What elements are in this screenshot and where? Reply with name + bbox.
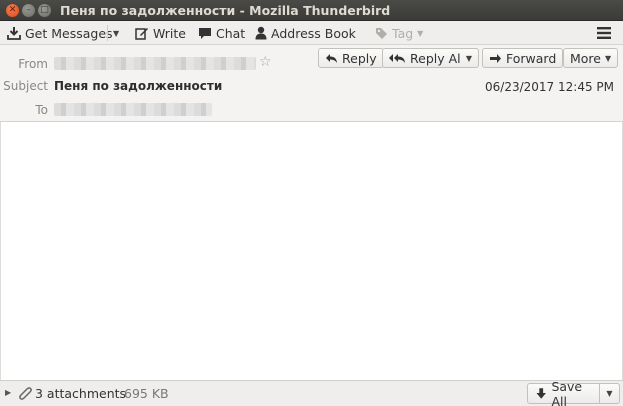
download-arrow-icon	[536, 387, 546, 399]
window-minimize-button[interactable]: –	[22, 4, 35, 17]
tag-icon	[376, 27, 387, 39]
chevron-down-icon: ▼	[605, 53, 612, 63]
window-close-button[interactable]: ✕	[6, 4, 19, 17]
more-button[interactable]: More ▼	[563, 48, 618, 68]
get-messages-dropdown[interactable]: ▼	[113, 24, 119, 42]
window-controls: ✕ – □	[6, 4, 51, 17]
tag-label: Tag	[392, 25, 414, 41]
address-book-label: Address Book	[271, 25, 356, 41]
hamburger-menu-icon	[597, 27, 611, 39]
get-messages-label: Get Messages	[25, 25, 113, 41]
save-all-button[interactable]: Save All	[527, 379, 600, 406]
expand-triangle-icon[interactable]: ▶	[5, 388, 11, 397]
forward-button[interactable]: Forward	[482, 48, 564, 68]
reply-button[interactable]: Reply	[318, 48, 384, 68]
pencil-icon	[135, 28, 148, 40]
paperclip-icon	[19, 387, 32, 400]
message-date: 06/23/2017 12:45 PM	[485, 80, 614, 94]
message-header: From ☆ Reply Reply All ▼ Forward More ▼ …	[0, 45, 623, 122]
app-menu-button[interactable]	[597, 24, 611, 42]
reply-label: Reply	[342, 50, 377, 66]
person-icon	[255, 26, 267, 40]
from-label: From	[18, 57, 48, 71]
attachment-count[interactable]: 3 attachments	[35, 386, 126, 401]
forward-label: Forward	[506, 50, 557, 66]
chevron-down-icon: ▼	[465, 53, 473, 63]
message-body[interactable]	[0, 122, 623, 380]
reply-all-dropdown[interactable]: ▼	[460, 48, 479, 68]
chevron-down-icon: ▼	[606, 389, 613, 398]
write-label: Write	[153, 25, 187, 41]
tag-button[interactable]: Tag ▼	[375, 24, 423, 42]
more-label: More	[570, 50, 601, 66]
address-book-button[interactable]: Address Book	[255, 24, 356, 42]
to-address-redacted[interactable]	[54, 103, 212, 116]
from-address-redacted[interactable]	[54, 57, 256, 70]
chat-bubble-icon	[199, 27, 211, 39]
toolbar-divider	[107, 25, 108, 41]
chat-label: Chat	[216, 25, 246, 41]
reply-all-label: Reply All	[410, 50, 465, 66]
chevron-down-icon: ▼	[113, 28, 120, 38]
write-button[interactable]: Write	[135, 24, 186, 42]
window-maximize-button[interactable]: □	[38, 4, 51, 17]
attachment-bar: ▶ 3 attachments 695 KB Save All ▼	[0, 379, 623, 406]
window-title: Пеня по задолженности - Mozilla Thunderb…	[60, 3, 391, 18]
download-icon	[7, 27, 21, 40]
subject-value: Пеня по задолженности	[54, 79, 223, 93]
attachment-size: 695 KB	[124, 386, 169, 401]
to-label: To	[35, 103, 48, 117]
save-all-dropdown[interactable]: ▼	[600, 383, 620, 404]
get-messages-button[interactable]: Get Messages	[7, 24, 113, 42]
save-all-label: Save All	[551, 378, 583, 406]
forward-arrow-icon	[490, 53, 501, 63]
reply-arrow-icon	[326, 53, 337, 63]
title-bar: ✕ – □ Пеня по задолженности - Mozilla Th…	[0, 0, 623, 21]
chat-button[interactable]: Chat	[198, 24, 245, 42]
main-toolbar: Get Messages ▼ Write Chat Address Book T…	[0, 21, 623, 45]
subject-label: Subject	[3, 79, 48, 93]
reply-all-button[interactable]: Reply All	[382, 48, 472, 68]
chevron-down-icon: ▼	[417, 28, 424, 38]
reply-all-arrow-icon	[389, 53, 405, 63]
star-icon[interactable]: ☆	[259, 54, 272, 70]
